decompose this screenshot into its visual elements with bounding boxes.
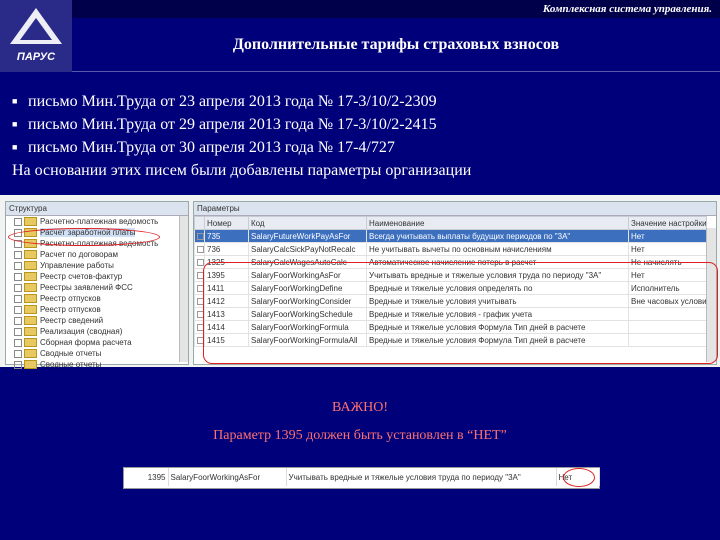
bullet-icon: ■ [12, 96, 18, 106]
table-row[interactable]: 1395 SalaryFoorWorkingAsFor Учитывать вр… [124, 468, 600, 486]
cell-name: Не учитывать вычеты по основным начислен… [366, 242, 629, 256]
expand-icon[interactable] [14, 261, 22, 270]
cell-value[interactable]: Нет [628, 242, 707, 256]
table-row[interactable]: 735 SalaryFutureWorkPayAsFor Всегда учитыв… [194, 229, 707, 243]
row-checkbox[interactable] [197, 245, 204, 253]
parus-logo: ПАРУС [0, 0, 72, 72]
grid-title: Параметры [194, 202, 716, 216]
tree-item[interactable]: Расчетно-платежная ведомость [6, 216, 188, 227]
column-header[interactable]: Наименование [366, 216, 629, 230]
tree-item[interactable]: Реестры заявлений ФСС [6, 282, 188, 293]
cell-num: 1395 [124, 468, 169, 486]
folder-icon [24, 360, 37, 370]
folder-icon [24, 283, 37, 293]
cell-name: Всегда учитывать выплаты будущих периодо… [366, 229, 629, 243]
cell-code: SalaryFutureWorkPayAsFor [248, 229, 367, 243]
expand-icon[interactable] [14, 316, 22, 325]
tree-scrollbar[interactable] [179, 216, 188, 362]
expand-icon[interactable] [14, 349, 22, 358]
folder-icon [24, 294, 37, 304]
tree-item[interactable]: Управление работы [6, 260, 188, 271]
page-title: Дополнительные тарифы страховых взносов [232, 36, 560, 53]
tree-item[interactable]: Реализация (сводная) [6, 326, 188, 337]
divider [72, 71, 720, 72]
table-header-row: Номер Код Наименование Значение настройк… [194, 216, 707, 230]
cell-code: SalaryCalcSickPayNotRecalc [248, 242, 367, 256]
folder-icon [24, 349, 37, 359]
tree-item[interactable]: Реестр сведений [6, 315, 188, 326]
tree-item[interactable]: Реестр отпусков [6, 304, 188, 315]
tree-panel: Структура Расчетно-платежная ведомость Р… [5, 201, 189, 370]
tree-item[interactable]: Сводные отчеты [6, 348, 188, 359]
logo-icon: ПАРУС [10, 8, 62, 63]
tree-item[interactable]: Сборная форма расчета [6, 337, 188, 348]
column-header[interactable]: Код [248, 216, 367, 230]
bullet-icon: ■ [12, 142, 18, 152]
expand-icon[interactable] [14, 327, 22, 336]
bullet-item: ■ письмо Мин.Труда от 30 апреля 2013 года… [12, 136, 471, 159]
expand-icon[interactable] [14, 250, 22, 259]
expand-icon[interactable] [14, 338, 22, 347]
highlight-frame [203, 262, 718, 364]
row-checkbox[interactable] [197, 258, 204, 266]
tree-item[interactable]: Реестр счетов-фактур [6, 271, 188, 282]
folder-icon [24, 327, 37, 337]
expand-icon[interactable] [14, 217, 22, 226]
highlight-ellipse [8, 228, 160, 246]
bullet-list: ■ письмо Мин.Труда от 23 апреля 2013 года… [12, 90, 471, 182]
tree-item[interactable]: Реестр отпусков [6, 293, 188, 304]
cell-code: SalaryFoorWorkingAsFor [168, 468, 287, 486]
tree-item[interactable]: Сводные отчеты [6, 359, 188, 370]
bullet-text: письмо Мин.Труда от 29 апреля 2013 года … [28, 116, 437, 133]
important-text: Параметр 1395 должен быть установлен в “… [213, 428, 507, 443]
table-row[interactable]: 736 SalaryCalcSickPayNotRecalc Не учитыват… [194, 242, 707, 256]
expand-icon[interactable] [14, 360, 22, 369]
row-checkbox[interactable] [197, 232, 204, 240]
bullet-item: ■ письмо Мин.Труда от 23 апреля 2013 года… [12, 90, 471, 113]
folder-icon [24, 250, 37, 260]
expand-icon[interactable] [14, 283, 22, 292]
logo-text: ПАРУС [17, 51, 56, 63]
cell-num: 736 [204, 242, 249, 256]
system-name: Комплексная система управления. [72, 0, 720, 18]
tree-item[interactable]: Расчет по договорам [6, 249, 188, 260]
important-title: ВАЖНО! [332, 400, 388, 415]
expand-icon[interactable] [14, 294, 22, 303]
folder-icon [24, 261, 37, 271]
expand-icon[interactable] [14, 272, 22, 281]
folder-icon [24, 217, 37, 227]
bullet-item: ■ письмо Мин.Труда от 29 апреля 2013 года… [12, 113, 471, 136]
folder-icon [24, 305, 37, 315]
cell-value[interactable]: Нет [628, 229, 707, 243]
column-header[interactable]: Номер [204, 216, 249, 230]
cell-num: 735 [204, 229, 249, 243]
column-header[interactable]: Значение настройки [628, 216, 707, 230]
tree-header: Структура [6, 202, 188, 216]
folder-icon [24, 316, 37, 326]
bullet-icon: ■ [12, 119, 18, 129]
cell-name: Учитывать вредные и тяжелые условия труд… [286, 468, 557, 486]
column-header[interactable] [194, 216, 205, 230]
highlight-ellipse [563, 468, 595, 487]
folder-icon [24, 338, 37, 348]
bullet-text: письмо Мин.Труда от 30 апреля 2013 года … [28, 139, 395, 156]
param-1395-row: 1395 SalaryFoorWorkingAsFor Учитывать вр… [123, 467, 600, 489]
folder-icon [24, 272, 37, 282]
note-text: На основании этих писем были добавлены п… [12, 162, 472, 179]
expand-icon[interactable] [14, 305, 22, 314]
bullet-text: письмо Мин.Труда от 23 апреля 2013 года … [28, 93, 437, 110]
